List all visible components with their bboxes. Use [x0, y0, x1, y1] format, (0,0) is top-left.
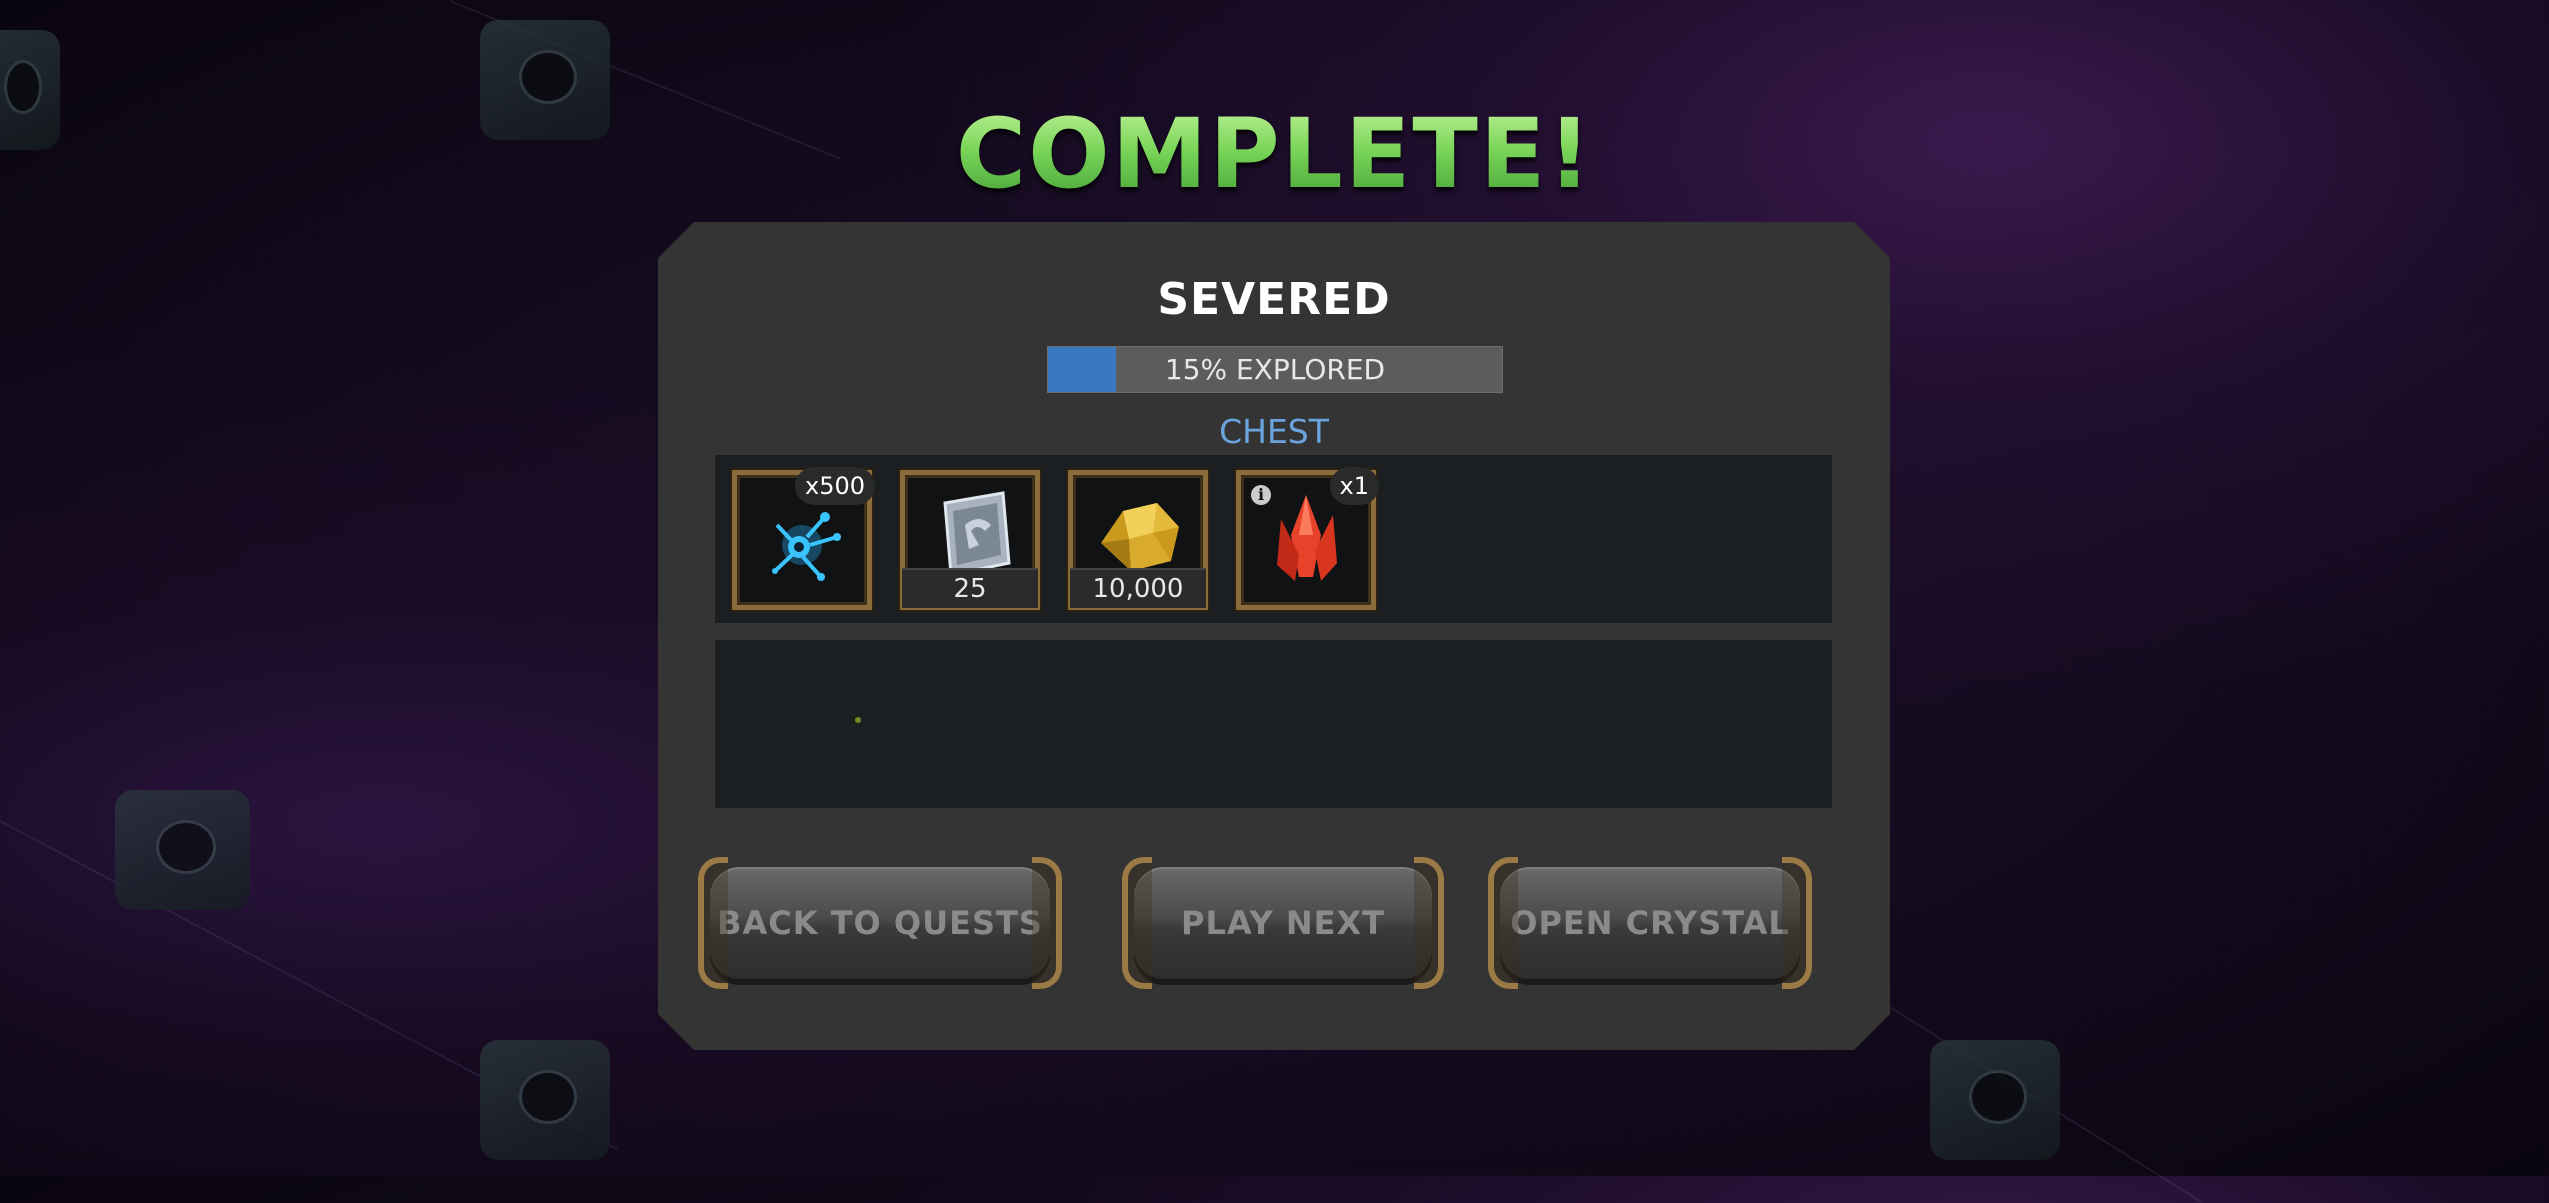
bonus-rewards-area: [715, 640, 1832, 808]
button-frame-right: [1782, 857, 1812, 989]
button-frame-left: [1488, 857, 1518, 989]
chest-label: CHEST: [1219, 412, 1329, 451]
reward-count: 25: [902, 568, 1038, 608]
play-next-label: PLAY NEXT: [1181, 904, 1385, 942]
button-frame-left: [1122, 857, 1152, 989]
button-frame-left: [698, 857, 728, 989]
open-crystal-button[interactable]: OPEN CRYSTAL: [1500, 867, 1800, 979]
button-frame-right: [1414, 857, 1444, 989]
progress-label: 15% EXPLORED: [1164, 353, 1386, 386]
reward-count: 10,000: [1070, 568, 1206, 608]
rewards-row: x500 25 10,000 i x1: [715, 455, 1832, 623]
reward-sigil[interactable]: 25: [900, 470, 1040, 610]
background-node: [480, 1040, 610, 1160]
button-frame-right: [1032, 857, 1062, 989]
reward-crystal[interactable]: i x1: [1236, 470, 1376, 610]
exploration-progress-bar: 15% EXPLORED: [1047, 346, 1503, 393]
quest-name: SEVERED: [1157, 274, 1391, 325]
background-node: [1930, 1040, 2060, 1160]
back-to-quests-button[interactable]: BACK TO QUESTS: [710, 867, 1050, 979]
info-icon[interactable]: i: [1251, 485, 1271, 505]
results-panel: SEVERED 15% EXPLORED CHEST x500 25 10,00…: [658, 222, 1890, 1050]
background-node: [115, 790, 250, 910]
open-crystal-label: OPEN CRYSTAL: [1510, 904, 1790, 942]
reward-gold[interactable]: 10,000: [1068, 470, 1208, 610]
complete-title: COMPLETE!: [0, 98, 2549, 210]
sparkle-dot: [855, 717, 861, 723]
reward-catalyst[interactable]: x500: [732, 470, 872, 610]
play-next-button[interactable]: PLAY NEXT: [1134, 867, 1432, 979]
back-to-quests-label: BACK TO QUESTS: [717, 904, 1043, 942]
reward-quantity-badge: x500: [795, 467, 875, 505]
reward-quantity-badge: x1: [1330, 467, 1379, 505]
